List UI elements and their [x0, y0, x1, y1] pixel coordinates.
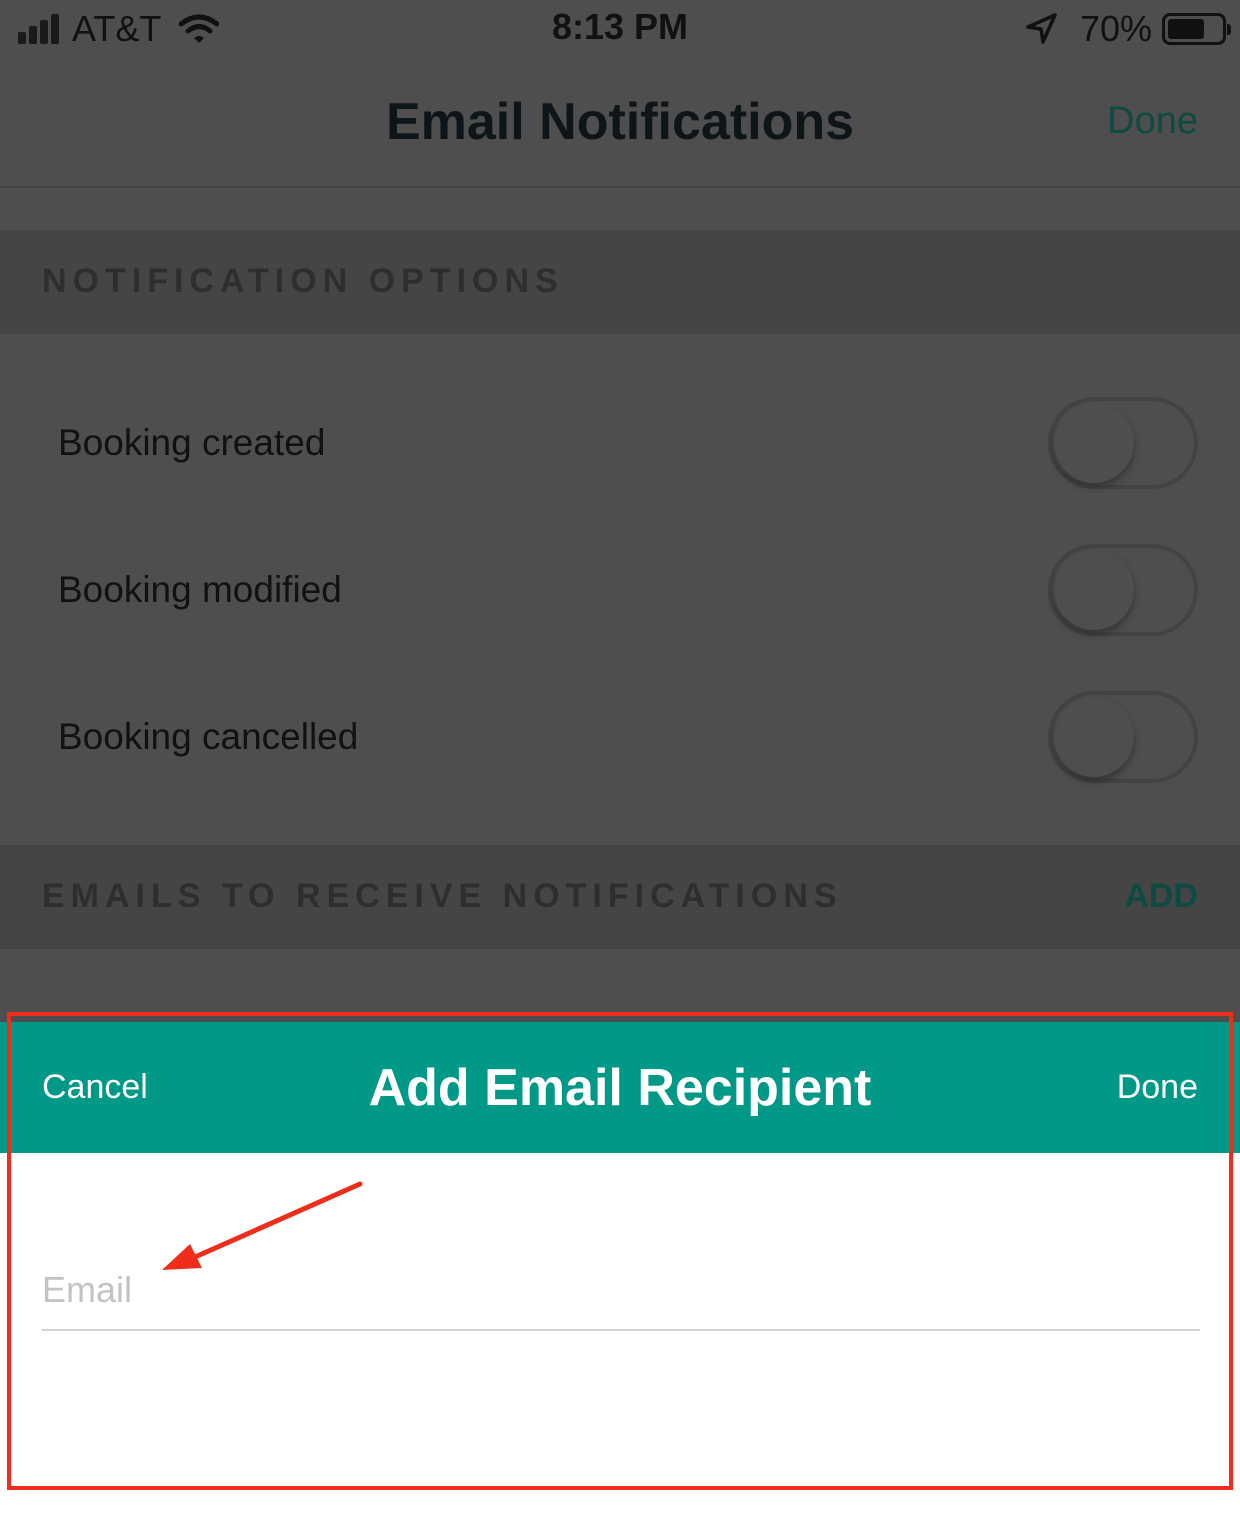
- modal-title: Add Email Recipient: [368, 1059, 872, 1117]
- modal-body: [0, 1153, 1240, 1521]
- modal-done-button[interactable]: Done: [1117, 1068, 1198, 1107]
- nav-done-button[interactable]: Done: [1107, 100, 1198, 143]
- toggle-knob: [1054, 696, 1134, 777]
- booking-cancelled-toggle[interactable]: [1048, 690, 1198, 783]
- row-label: Booking modified: [58, 568, 342, 610]
- toggle-knob: [1054, 402, 1134, 483]
- status-bar: AT&T 8:13 PM 70%: [0, 0, 1240, 56]
- nav-bar: Email Notifications Done: [0, 56, 1240, 188]
- booking-created-toggle[interactable]: [1048, 396, 1198, 489]
- battery-fill: [1168, 19, 1205, 39]
- status-right: 70%: [1024, 8, 1231, 50]
- emails-section-header: EMAILS TO RECEIVE NOTIFICATIONS ADD: [0, 845, 1240, 949]
- notification-row-booking-created: Booking created: [0, 369, 1240, 516]
- modal-header: Cancel Add Email Recipient Done: [0, 1022, 1240, 1153]
- location-arrow-icon: [1026, 13, 1057, 44]
- notification-options-header: NOTIFICATION OPTIONS: [0, 230, 1240, 334]
- section-title: NOTIFICATION OPTIONS: [42, 262, 564, 300]
- email-input[interactable]: [42, 1239, 1200, 1331]
- toggle-knob: [1054, 549, 1134, 630]
- battery-percent: 70%: [1079, 8, 1152, 49]
- notification-row-booking-modified: Booking modified: [0, 516, 1240, 663]
- row-label: Booking cancelled: [58, 715, 359, 757]
- battery-icon: [1162, 13, 1231, 45]
- row-label: Booking created: [58, 421, 326, 463]
- section-title: EMAILS TO RECEIVE NOTIFICATIONS: [42, 877, 843, 915]
- booking-modified-toggle[interactable]: [1048, 543, 1198, 636]
- page-title: Email Notifications: [385, 93, 855, 151]
- notification-row-booking-cancelled: Booking cancelled: [0, 663, 1240, 810]
- add-email-button[interactable]: ADD: [1124, 877, 1198, 916]
